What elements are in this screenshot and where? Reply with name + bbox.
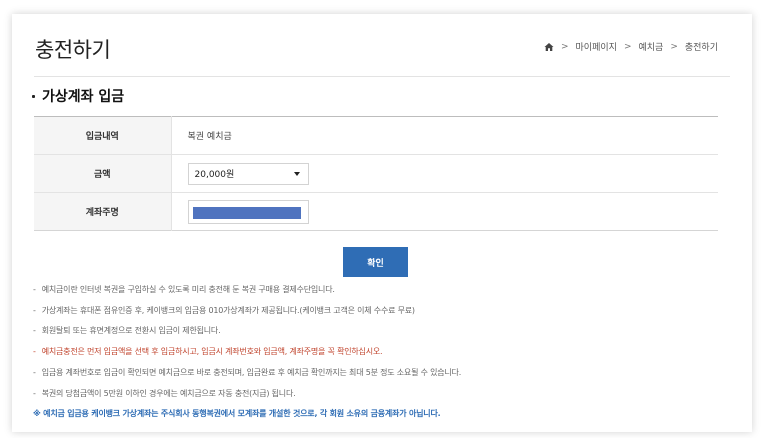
- breadcrumb-item-mypage[interactable]: 마이페이지: [576, 40, 617, 53]
- page-title: 충전하기: [35, 38, 111, 62]
- deposit-form-table: 입금내역 복권 예치금 금액 20,000원 계좌주명: [34, 116, 718, 231]
- breadcrumb: > 마이페이지 > 예치금 > 충전하기: [544, 40, 718, 53]
- table-row: 금액 20,000원: [34, 154, 718, 193]
- note-text: 가상계좌는 휴대폰 점유인증 후, 케이뱅크의 입금용 010가상계좌가 제공됩…: [41, 305, 415, 315]
- confirm-button[interactable]: 확인: [343, 247, 408, 277]
- breadcrumb-separator: >: [560, 41, 569, 52]
- list-item: - 입금용 계좌번호로 입금이 확인되면 예치금으로 바로 충전되며, 입금완료 …: [33, 367, 462, 377]
- list-item: - 예치금이란 인터넷 복권을 구입하실 수 있도록 미리 충전해 둔 복권 구매…: [33, 285, 335, 294]
- amount-select-value: 20,000원: [194, 170, 235, 180]
- breadcrumb-item-charge: 충전하기: [684, 43, 718, 53]
- note-text: 예치금충전은 먼저 입금액을 선택 후 입금하시고, 입금시 계좌번호와 입금액…: [41, 347, 383, 357]
- breadcrumb-separator: >: [623, 41, 632, 52]
- redaction-mask: [192, 206, 301, 219]
- account-holder-field[interactable]: [187, 199, 309, 224]
- content-panel: 충전하기 > 마이페이지 > 예치금 > 충전하기 가상계좌 입금 입금내역 복…: [12, 14, 752, 432]
- note-text: 예치금이란 인터넷 복권을 구입하실 수 있도록 미리 충전해 둔 복권 구매용…: [41, 285, 335, 294]
- table-row: 계좌주명: [34, 192, 718, 231]
- section-bullet: [32, 94, 35, 98]
- account-holder-cell: [171, 192, 718, 231]
- title-divider: [34, 76, 730, 77]
- amount-cell: 20,000원: [171, 154, 718, 193]
- chevron-down-icon: [293, 171, 300, 176]
- section-title-text: 가상계좌 입금: [42, 89, 125, 105]
- breadcrumb-separator: >: [670, 41, 678, 52]
- row-label-account-holder: 계좌주명: [34, 192, 172, 231]
- amount-select[interactable]: 20,000원: [187, 162, 309, 185]
- section-title: 가상계좌 입금: [32, 86, 124, 106]
- note-text: 회원탈퇴 또는 휴면계정으로 전환시 입금이 제한됩니다.: [41, 326, 221, 336]
- list-item-warning: - 예치금충전은 먼저 입금액을 선택 후 입금하시고, 입금시 계좌번호와 입금…: [33, 347, 383, 357]
- list-item: - 가상계좌는 휴대폰 점유인증 후, 케이뱅크의 입금용 010가상계좌가 제공…: [33, 305, 415, 315]
- notice-text: ※ 예치금 입금용 케이뱅크 가상계좌는 주식회사 동행복권에서 모계좌를 개설…: [33, 409, 441, 419]
- note-text: 복권의 당첨금액이 5만원 이하인 경우에는 예치금으로 자동 충전(지급) 됩…: [41, 388, 296, 398]
- list-item: - 복권의 당첨금액이 5만원 이하인 경우에는 예치금으로 자동 충전(지급) …: [33, 388, 296, 398]
- table-row: 입금내역 복권 예치금: [34, 116, 718, 155]
- note-text: 입금용 계좌번호로 입금이 확인되면 예치금으로 바로 충전되며, 입금완료 후…: [41, 367, 462, 377]
- list-item: - 회원탈퇴 또는 휴면계정으로 전환시 입금이 제한됩니다.: [33, 326, 221, 336]
- notes-list: - 예치금이란 인터넷 복권을 구입하실 수 있도록 미리 충전해 둔 복권 구매…: [33, 280, 733, 425]
- deposit-type-value: 복권 예치금: [187, 132, 232, 142]
- row-label-deposit-type: 입금내역: [34, 116, 172, 155]
- home-icon[interactable]: [544, 42, 554, 52]
- breadcrumb-item-deposit[interactable]: 예치금: [638, 40, 663, 53]
- row-label-amount: 금액: [34, 154, 172, 193]
